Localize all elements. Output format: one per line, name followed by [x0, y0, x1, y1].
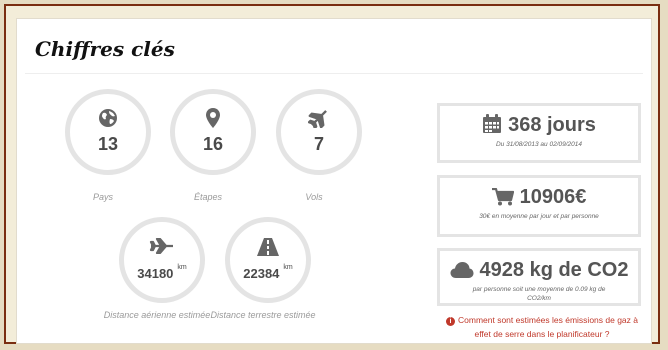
duration-value-row: 368 jours [440, 114, 638, 137]
flights-stat: 7 [276, 89, 362, 175]
budget-average: 30€ en moyenne par jour et par personne [479, 213, 599, 220]
countries-stat: 13 [65, 89, 151, 175]
title-divider [25, 73, 643, 74]
co2-box: 4928 kg de CO2 par personne soit une moy… [437, 248, 641, 306]
map-marker-icon [175, 108, 251, 133]
budget-value-row: 10906€ [440, 186, 638, 209]
land-distance-stat: 22384 km [225, 217, 311, 303]
page-frame: Chiffres clés 13 Pays 16 Étapes 7 Vols 3… [4, 4, 660, 344]
duration-dates: Du 31/08/2013 au 02/09/2014 [495, 141, 583, 148]
info-icon: i [446, 317, 455, 326]
globe-icon [70, 108, 146, 133]
road-icon [230, 238, 306, 261]
co2-estimation-text: Comment sont estimées les émissions de g… [458, 315, 638, 339]
flights-value: 7 [313, 134, 324, 154]
stages-stat: 16 [170, 89, 256, 175]
flights-label: Vols [305, 192, 323, 202]
co2-average: par personne soit une moyenne de 0.09 kg… [472, 286, 606, 302]
panel-title: Chiffres clés [35, 37, 175, 61]
budget-box: 10906€ 30€ en moyenne par jour et par pe… [437, 175, 641, 237]
calendar-icon [483, 114, 502, 133]
plane-icon [124, 237, 200, 259]
stages-value: 16 [202, 134, 224, 154]
air-distance-stat: 34180 km [119, 217, 205, 303]
co2-value-row: 4928 kg de CO2 [440, 259, 638, 282]
land-distance-value: 22384 km [243, 264, 293, 281]
cloud-icon [450, 262, 474, 278]
countries-label: Pays [92, 192, 113, 202]
plane-icon [281, 108, 357, 133]
cart-icon [491, 187, 514, 206]
air-distance-label: Distance aérienne estimée [103, 310, 211, 320]
stages-label: Étapes [193, 192, 223, 202]
duration-box: 368 jours Du 31/08/2013 au 02/09/2014 [437, 103, 641, 163]
air-distance-value: 34180 km [137, 264, 187, 281]
co2-estimation-link[interactable]: i Comment sont estimées les émissions de … [437, 313, 647, 341]
countries-value: 13 [97, 134, 119, 154]
key-figures-panel: Chiffres clés 13 Pays 16 Étapes 7 Vols 3… [16, 18, 652, 344]
land-distance-label: Distance terrestre estimée [210, 310, 316, 320]
